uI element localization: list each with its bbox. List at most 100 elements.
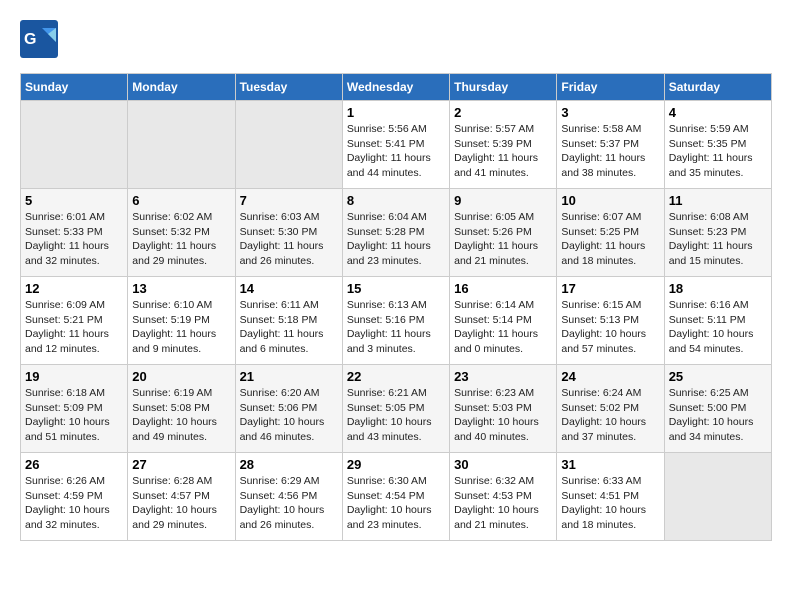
day-cell-18: 18Sunrise: 6:16 AMSunset: 5:11 PMDayligh… [664, 277, 771, 365]
day-cell-2: 2Sunrise: 5:57 AMSunset: 5:39 PMDaylight… [450, 101, 557, 189]
day-info: Sunrise: 6:23 AMSunset: 5:03 PMDaylight:… [454, 386, 552, 445]
day-number: 17 [561, 281, 659, 296]
day-cell-6: 6 Sunrise: 6:02 AMSunset: 5:32 PMDaylight… [128, 189, 235, 277]
day-header-friday: Friday [557, 74, 664, 101]
day-cell-24: 24 Sunrise: 6:24 AMSunset: 5:02 PMDayligh… [557, 365, 664, 453]
day-number: 16 [454, 281, 552, 296]
calendar-table: SundayMondayTuesdayWednesdayThursdayFrid… [20, 73, 772, 541]
day-number: 13 [132, 281, 230, 296]
day-number: 30 [454, 457, 552, 472]
day-number: 26 [25, 457, 123, 472]
day-info: Sunrise: 6:15 AMSunset: 5:13 PMDaylight:… [561, 298, 659, 357]
day-info: Sunrise: 5:58 AMSunset: 5:37 PMDaylight:… [561, 122, 659, 181]
day-cell-19: 19 Sunrise: 6:18 AMSunset: 5:09 PMDayligh… [21, 365, 128, 453]
day-info: Sunrise: 6:08 AMSunset: 5:23 PMDaylight:… [669, 210, 767, 269]
day-header-tuesday: Tuesday [235, 74, 342, 101]
day-info: Sunrise: 6:28 AMSunset: 4:57 PMDaylight:… [132, 474, 230, 533]
day-info: Sunrise: 6:10 AMSunset: 5:19 PMDaylight:… [132, 298, 230, 357]
day-number: 24 [561, 369, 659, 384]
day-cell-22: 22Sunrise: 6:21 AMSunset: 5:05 PMDayligh… [342, 365, 449, 453]
day-cell-31: 31 Sunrise: 6:33 AMSunset: 4:51 PMDayligh… [557, 453, 664, 541]
day-number: 4 [669, 105, 767, 120]
day-cell-10: 10Sunrise: 6:07 AMSunset: 5:25 PMDayligh… [557, 189, 664, 277]
day-number: 12 [25, 281, 123, 296]
day-cell-16: 16 Sunrise: 6:14 AMSunset: 5:14 PMDayligh… [450, 277, 557, 365]
day-number: 25 [669, 369, 767, 384]
day-number: 3 [561, 105, 659, 120]
day-cell-8: 8 Sunrise: 6:04 AMSunset: 5:28 PMDaylight… [342, 189, 449, 277]
day-cell-28: 28 Sunrise: 6:29 AMSunset: 4:56 PMDayligh… [235, 453, 342, 541]
day-info: Sunrise: 6:03 AMSunset: 5:30 PMDaylight:… [240, 210, 338, 269]
day-cell-11: 11 Sunrise: 6:08 AMSunset: 5:23 PMDayligh… [664, 189, 771, 277]
week-row-3: 12 Sunrise: 6:09 AMSunset: 5:21 PMDayligh… [21, 277, 772, 365]
day-cell-empty [21, 101, 128, 189]
day-cell-4: 4Sunrise: 5:59 AMSunset: 5:35 PMDaylight… [664, 101, 771, 189]
day-header-thursday: Thursday [450, 74, 557, 101]
day-info: Sunrise: 6:32 AMSunset: 4:53 PMDaylight:… [454, 474, 552, 533]
day-info: Sunrise: 6:02 AMSunset: 5:32 PMDaylight:… [132, 210, 230, 269]
day-number: 11 [669, 193, 767, 208]
day-number: 23 [454, 369, 552, 384]
week-row-4: 19 Sunrise: 6:18 AMSunset: 5:09 PMDayligh… [21, 365, 772, 453]
day-cell-empty [128, 101, 235, 189]
day-info: Sunrise: 6:05 AMSunset: 5:26 PMDaylight:… [454, 210, 552, 269]
day-cell-29: 29Sunrise: 6:30 AMSunset: 4:54 PMDayligh… [342, 453, 449, 541]
day-header-wednesday: Wednesday [342, 74, 449, 101]
day-number: 1 [347, 105, 445, 120]
day-info: Sunrise: 6:04 AMSunset: 5:28 PMDaylight:… [347, 210, 445, 269]
day-info: Sunrise: 6:29 AMSunset: 4:56 PMDaylight:… [240, 474, 338, 533]
day-cell-21: 21 Sunrise: 6:20 AMSunset: 5:06 PMDayligh… [235, 365, 342, 453]
day-cell-17: 17 Sunrise: 6:15 AMSunset: 5:13 PMDayligh… [557, 277, 664, 365]
day-info: Sunrise: 6:25 AMSunset: 5:00 PMDaylight:… [669, 386, 767, 445]
day-cell-empty [664, 453, 771, 541]
day-number: 2 [454, 105, 552, 120]
day-cell-1: 1Sunrise: 5:56 AMSunset: 5:41 PMDaylight… [342, 101, 449, 189]
day-number: 31 [561, 457, 659, 472]
day-info: Sunrise: 6:33 AMSunset: 4:51 PMDaylight:… [561, 474, 659, 533]
page-header: G [20, 20, 772, 63]
day-info: Sunrise: 6:20 AMSunset: 5:06 PMDaylight:… [240, 386, 338, 445]
calendar-header-row: SundayMondayTuesdayWednesdayThursdayFrid… [21, 74, 772, 101]
day-cell-empty [235, 101, 342, 189]
day-info: Sunrise: 6:09 AMSunset: 5:21 PMDaylight:… [25, 298, 123, 357]
day-info: Sunrise: 6:24 AMSunset: 5:02 PMDaylight:… [561, 386, 659, 445]
day-header-sunday: Sunday [21, 74, 128, 101]
logo-icon: G [20, 20, 58, 58]
day-number: 14 [240, 281, 338, 296]
day-number: 8 [347, 193, 445, 208]
day-info: Sunrise: 6:30 AMSunset: 4:54 PMDaylight:… [347, 474, 445, 533]
day-info: Sunrise: 6:18 AMSunset: 5:09 PMDaylight:… [25, 386, 123, 445]
day-number: 7 [240, 193, 338, 208]
logo: G [20, 20, 64, 63]
day-cell-7: 7 Sunrise: 6:03 AMSunset: 5:30 PMDaylight… [235, 189, 342, 277]
day-number: 28 [240, 457, 338, 472]
day-cell-15: 15Sunrise: 6:13 AMSunset: 5:16 PMDayligh… [342, 277, 449, 365]
day-cell-14: 14 Sunrise: 6:11 AMSunset: 5:18 PMDayligh… [235, 277, 342, 365]
day-cell-30: 30 Sunrise: 6:32 AMSunset: 4:53 PMDayligh… [450, 453, 557, 541]
day-header-saturday: Saturday [664, 74, 771, 101]
day-info: Sunrise: 6:14 AMSunset: 5:14 PMDaylight:… [454, 298, 552, 357]
day-cell-27: 27 Sunrise: 6:28 AMSunset: 4:57 PMDayligh… [128, 453, 235, 541]
day-info: Sunrise: 6:13 AMSunset: 5:16 PMDaylight:… [347, 298, 445, 357]
day-info: Sunrise: 6:19 AMSunset: 5:08 PMDaylight:… [132, 386, 230, 445]
day-cell-20: 20 Sunrise: 6:19 AMSunset: 5:08 PMDayligh… [128, 365, 235, 453]
day-number: 9 [454, 193, 552, 208]
day-number: 19 [25, 369, 123, 384]
day-cell-13: 13 Sunrise: 6:10 AMSunset: 5:19 PMDayligh… [128, 277, 235, 365]
week-row-2: 5Sunrise: 6:01 AMSunset: 5:33 PMDaylight… [21, 189, 772, 277]
day-number: 27 [132, 457, 230, 472]
day-number: 21 [240, 369, 338, 384]
day-info: Sunrise: 6:01 AMSunset: 5:33 PMDaylight:… [25, 210, 123, 269]
day-cell-23: 23 Sunrise: 6:23 AMSunset: 5:03 PMDayligh… [450, 365, 557, 453]
svg-text:G: G [24, 31, 36, 48]
day-info: Sunrise: 6:11 AMSunset: 5:18 PMDaylight:… [240, 298, 338, 357]
day-info: Sunrise: 6:26 AMSunset: 4:59 PMDaylight:… [25, 474, 123, 533]
day-number: 6 [132, 193, 230, 208]
day-number: 20 [132, 369, 230, 384]
day-info: Sunrise: 6:16 AMSunset: 5:11 PMDaylight:… [669, 298, 767, 357]
day-info: Sunrise: 6:21 AMSunset: 5:05 PMDaylight:… [347, 386, 445, 445]
day-cell-9: 9 Sunrise: 6:05 AMSunset: 5:26 PMDaylight… [450, 189, 557, 277]
day-header-monday: Monday [128, 74, 235, 101]
day-cell-5: 5Sunrise: 6:01 AMSunset: 5:33 PMDaylight… [21, 189, 128, 277]
day-cell-25: 25 Sunrise: 6:25 AMSunset: 5:00 PMDayligh… [664, 365, 771, 453]
